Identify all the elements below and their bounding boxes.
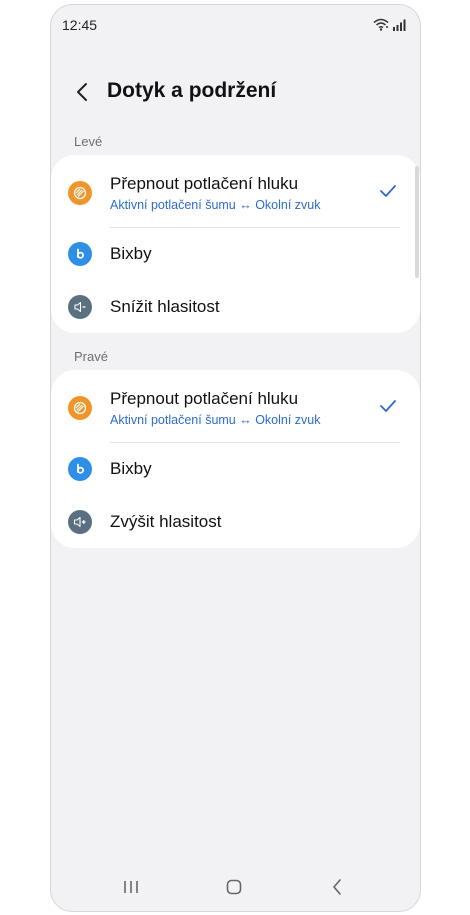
option-subtitle: Aktivní potlačení šumu ↔ Okolní zvuk: [110, 198, 321, 212]
option-title: Bixby: [110, 244, 152, 263]
option-title: Přepnout potlačení hluku: [110, 174, 299, 193]
status-time: 12:45: [62, 17, 98, 33]
header: Dotyk a podržení: [51, 71, 420, 115]
option-title: Přepnout potlačení hluku: [110, 389, 299, 408]
noise-control-icon: [68, 181, 92, 205]
bixby-icon: [68, 242, 92, 266]
settings-card-right: Přepnout potlačení hluku Aktivní potlače…: [51, 370, 420, 548]
section-label-right: Pravé: [74, 349, 108, 364]
status-icons: [373, 18, 406, 36]
option-title: Zvýšit hlasitost: [110, 512, 222, 531]
option-noise-control-left[interactable]: Přepnout potlačení hluku Aktivní potlače…: [51, 155, 420, 227]
signal-icon: [392, 18, 406, 36]
recent-apps-icon: [124, 881, 138, 893]
scrollbar[interactable]: [415, 166, 419, 278]
recent-apps-button[interactable]: [119, 875, 143, 899]
wifi-icon: [373, 18, 389, 36]
checkmark-icon: [380, 400, 396, 412]
option-title: Bixby: [110, 459, 152, 478]
phone-screen: 12:45 Dotyk a podržení Levé Přepnout pot…: [50, 4, 421, 912]
page-title: Dotyk a podržení: [107, 79, 277, 102]
home-icon: [226, 879, 242, 895]
nav-back-button[interactable]: [325, 875, 349, 899]
back-button[interactable]: [69, 79, 95, 105]
noise-control-icon: [68, 396, 92, 420]
home-button[interactable]: [222, 875, 246, 899]
section-label-left: Levé: [74, 134, 103, 149]
option-title: Snížit hlasitost: [110, 297, 220, 316]
option-volume-up[interactable]: Zvýšit hlasitost: [51, 496, 420, 548]
chevron-left-icon: [77, 83, 87, 101]
back-icon: [333, 879, 341, 895]
option-bixby-right[interactable]: Bixby: [51, 443, 420, 495]
volume-down-icon: [68, 295, 92, 319]
option-noise-control-right[interactable]: Přepnout potlačení hluku Aktivní potlače…: [51, 370, 420, 442]
option-subtitle: Aktivní potlačení šumu ↔ Okolní zvuk: [110, 413, 321, 427]
status-bar: 12:45: [51, 5, 420, 45]
option-volume-down[interactable]: Snížit hlasitost: [51, 281, 420, 333]
settings-card-left: Přepnout potlačení hluku Aktivní potlače…: [51, 155, 420, 333]
checkmark-icon: [380, 185, 396, 197]
bixby-icon: [68, 457, 92, 481]
navigation-bar: [51, 863, 420, 911]
volume-up-icon: [68, 510, 92, 534]
option-bixby-left[interactable]: Bixby: [51, 228, 420, 280]
